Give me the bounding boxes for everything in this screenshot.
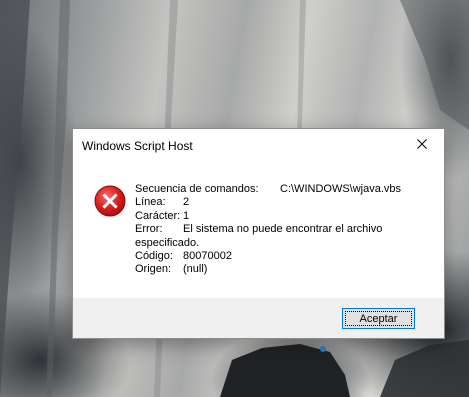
dialog-titlebar[interactable]: Windows Script Host [73,129,444,163]
char-row: Carácter: 1 [135,210,435,223]
source-value: (null) [183,263,208,276]
line-value: 2 [183,196,190,209]
error-continuation: especificado. [135,237,435,250]
code-value: 80070002 [183,249,232,262]
script-row: Secuencia de comandos: C:\WINDOWS\wjava.… [135,183,435,196]
error-message: Secuencia de comandos: C:\WINDOWS\wjava.… [135,183,435,277]
source-row: Origen: (null) [135,263,435,276]
dialog-title: Windows Script Host [82,139,193,153]
close-button[interactable] [399,129,444,159]
error-value-continued: especificado. [135,236,200,249]
char-label: Carácter: [135,209,181,222]
dialog-footer: Aceptar [73,298,444,338]
dialog-content: Secuencia de comandos: C:\WINDOWS\wjava.… [73,163,444,298]
script-value: C:\WINDOWS\wjava.vbs [280,183,402,195]
error-label: Error: [135,223,163,236]
error-icon [94,185,126,217]
code-label: Código: [135,249,173,262]
line-row: Línea: 2 [135,196,435,209]
script-label: Secuencia de comandos: [135,183,259,195]
char-value: 1 [183,209,190,222]
script-error-dialog: Windows Script Host Secuencia de comando… [72,128,445,339]
close-icon [416,139,427,149]
source-label: Origen: [135,263,172,276]
error-row: Error: El sistema no puede encontrar el … [135,223,435,236]
code-row: Código: 80070002 [135,250,435,263]
accept-button[interactable]: Aceptar [342,308,415,329]
error-value: El sistema no puede encontrar el archivo [183,223,383,236]
focus-rectangle [345,311,412,326]
line-label: Línea: [135,196,166,209]
